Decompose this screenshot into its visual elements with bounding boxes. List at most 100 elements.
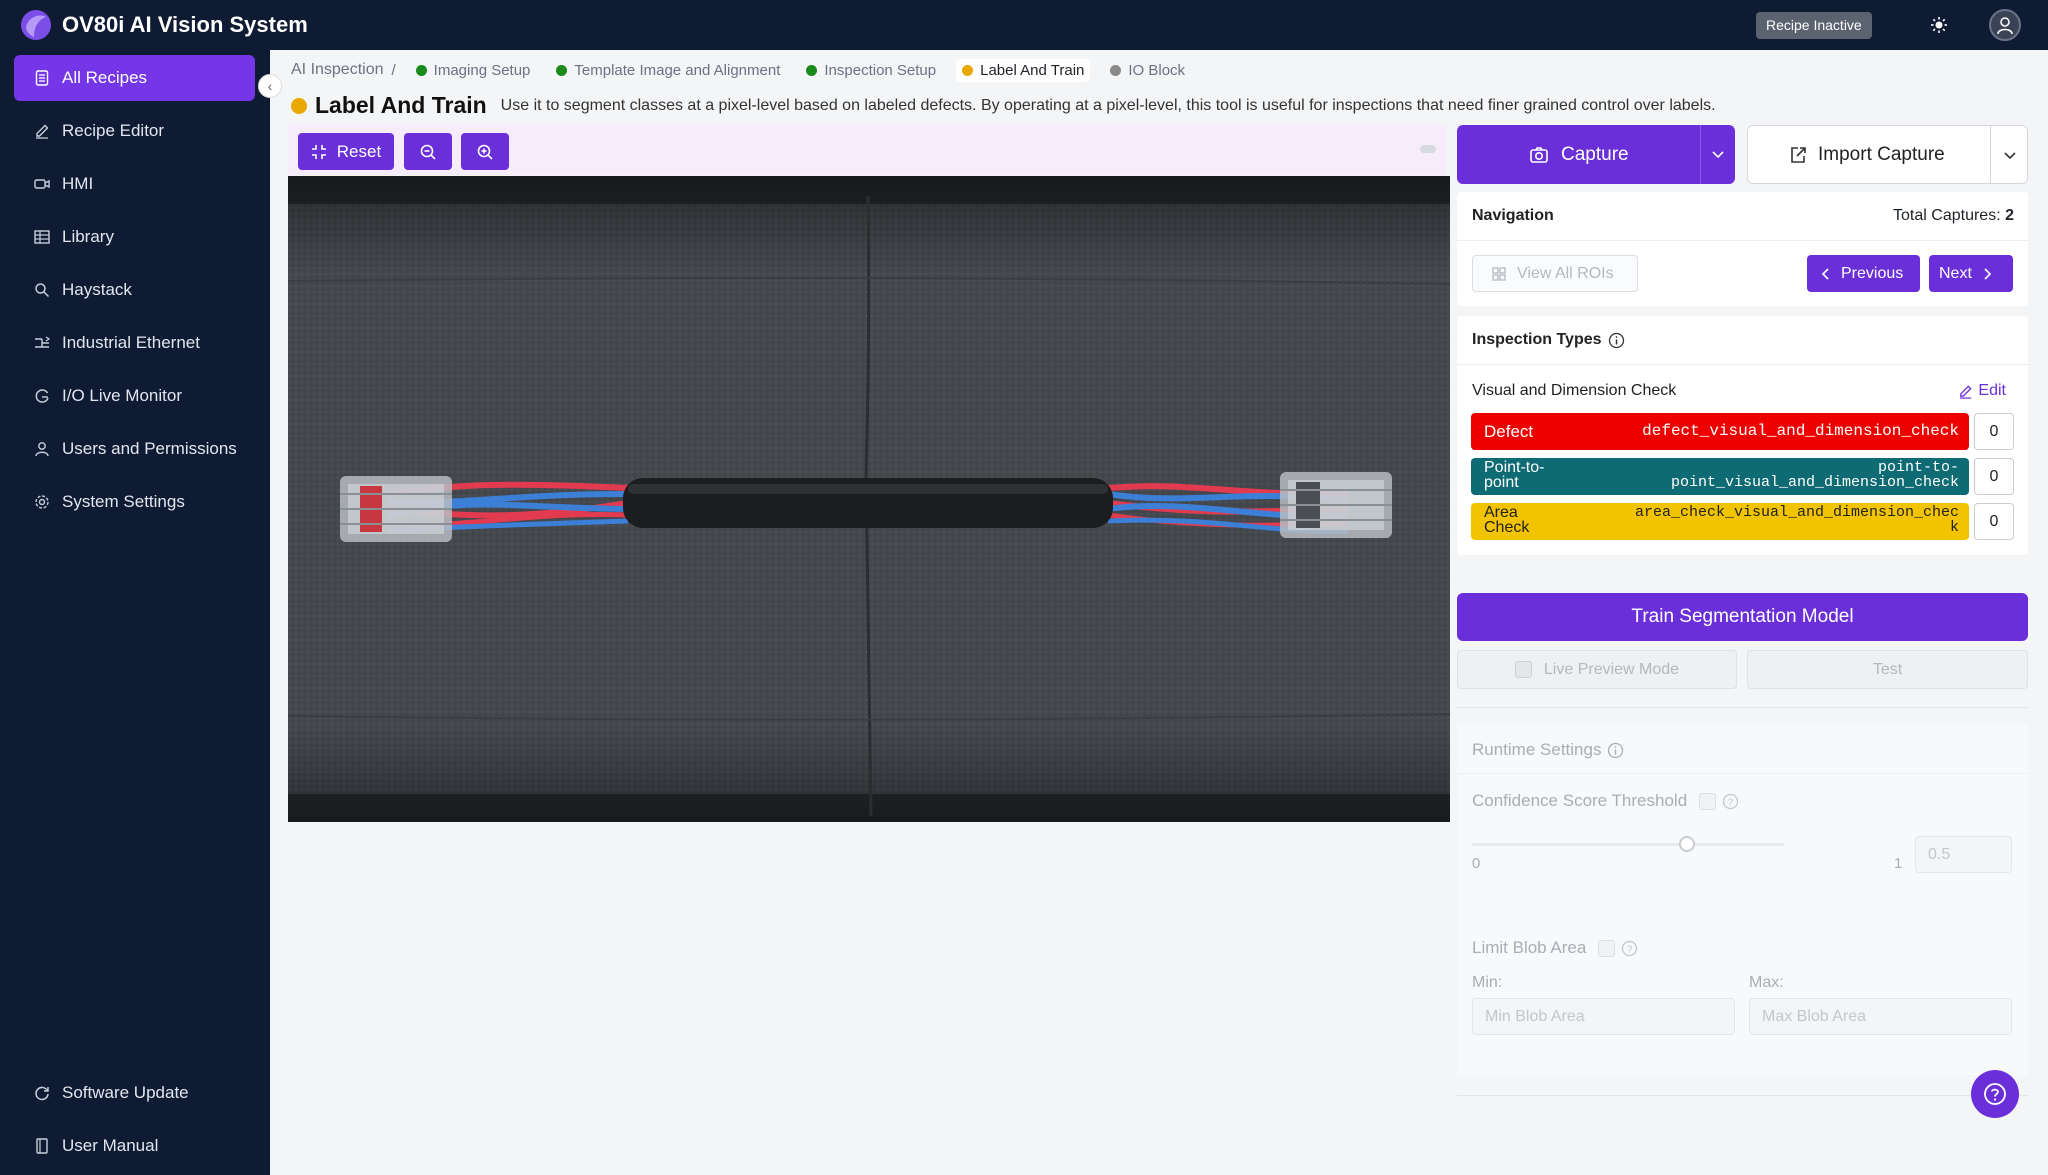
view-all-rois-label: View All ROIs	[1517, 264, 1614, 282]
inspection-type-name-line: Check	[1484, 519, 1530, 536]
help-button[interactable]	[1971, 1070, 2019, 1118]
capture-button[interactable]: Capture	[1457, 125, 1735, 184]
breadcrumb-step-label: IO Block	[1128, 61, 1186, 79]
breadcrumb-step-inspection-setup[interactable]: Inspection Setup	[800, 59, 942, 82]
chevron-down-icon[interactable]	[1711, 147, 1725, 161]
min-blob-area-input[interactable]: Min Blob Area	[1472, 998, 1735, 1035]
confidence-label: Confidence Score Threshold	[1472, 791, 1688, 810]
status-dot	[962, 64, 974, 76]
divider	[1457, 240, 2028, 241]
grid-icon	[34, 230, 50, 244]
total-captures-label: Total Captures:	[1893, 207, 2001, 224]
breadcrumb-step-template-image[interactable]: Template Image and Alignment	[550, 59, 786, 82]
slider-max-label: 1	[1894, 855, 1903, 872]
sidebar-item-industrial-ethernet[interactable]: Industrial Ethernet	[14, 320, 255, 366]
confidence-slider-track[interactable]	[1472, 843, 1784, 846]
sidebar-item-software-update[interactable]: Software Update	[14, 1070, 255, 1116]
test-button[interactable]: Test	[1747, 650, 2028, 689]
confidence-checkbox[interactable]	[1699, 792, 1717, 810]
inspection-type-key-line: point_visual_and_dimension_check	[1670, 474, 1959, 491]
sidebar-item-label: User Manual	[62, 1136, 159, 1155]
inspection-type-key: defect_visual_and_dimension_check	[1642, 422, 1959, 440]
sidebar-item-library[interactable]: Library	[14, 214, 255, 260]
zoom-in-button[interactable]	[461, 133, 509, 170]
sidebar-collapse-button[interactable]: ‹	[258, 74, 282, 98]
inspection-type-point-to-point[interactable]: Point-to-point point-to-point_visual_and…	[1471, 458, 1969, 495]
sidebar-item-haystack[interactable]: Haystack	[14, 267, 255, 313]
reset-button[interactable]: Reset	[298, 133, 394, 170]
total-captures: Total Captures: 2	[1893, 207, 2014, 225]
next-button[interactable]: Next	[1929, 255, 2013, 292]
breadcrumb-step-io-block[interactable]: IO Block	[1104, 59, 1191, 82]
sidebar-item-users-and-permissions[interactable]: Users and Permissions	[14, 426, 255, 472]
min-label: Min:	[1472, 974, 1503, 991]
divider	[1457, 1095, 2028, 1096]
inspection-types-card: Inspection Types Visual and Dimension Ch…	[1457, 316, 2028, 555]
connector-left	[340, 476, 452, 542]
sidebar-item-io-live-monitor[interactable]: I/O Live Monitor	[14, 373, 255, 419]
train-segmentation-model-button[interactable]: Train Segmentation Model	[1457, 593, 2028, 641]
navigation-card: Navigation Total Captures: 2 View All RO…	[1457, 192, 2028, 306]
breadcrumb-step-label-and-train[interactable]: Label And Train	[956, 58, 1091, 82]
page-header: Label And Train Use it to segment classe…	[291, 92, 1716, 119]
import-icon	[1791, 146, 1806, 163]
sidebar-item-label: I/O Live Monitor	[62, 386, 182, 405]
zoom-out-icon	[420, 144, 436, 160]
inspection-type-defect[interactable]: Defect defect_visual_and_dimension_check	[1471, 413, 1969, 450]
inspection-type-key-line: k	[1949, 519, 1959, 536]
chevron-down-icon[interactable]	[2003, 148, 2017, 162]
sidebar-item-hmi[interactable]: HMI	[14, 161, 255, 207]
total-captures-value: 2	[2005, 207, 2014, 224]
confidence-slider-thumb[interactable]	[1679, 836, 1695, 852]
import-capture-button[interactable]: Import Capture	[1747, 125, 2028, 184]
theme-toggle-button[interactable]	[1923, 9, 1955, 41]
user-avatar-button[interactable]	[1989, 9, 2021, 41]
help-icon[interactable]: ?	[1621, 940, 1638, 957]
breadcrumb-step-imaging-setup[interactable]: Imaging Setup	[410, 59, 537, 82]
chevron-left-icon	[1821, 267, 1829, 280]
limit-blob-checkbox[interactable]	[1598, 939, 1616, 957]
zoom-out-button[interactable]	[404, 133, 452, 170]
book-icon	[36, 1138, 48, 1154]
inspection-group-title: Visual and Dimension Check	[1472, 382, 1677, 399]
inspection-type-area-check[interactable]: Area Check area_check_visual_and_dimensio…	[1471, 503, 1969, 540]
chevron-right-icon	[1984, 267, 1992, 280]
fit-icon	[311, 144, 326, 159]
help-icon[interactable]: ?	[1722, 793, 1739, 810]
edit-label: Edit	[1978, 382, 2006, 399]
status-dot	[291, 97, 307, 114]
checkbox[interactable]	[1514, 661, 1532, 678]
inspection-types-header: Inspection Types	[1472, 331, 1625, 349]
zoom-in-icon	[477, 144, 493, 160]
sidebar-item-label: Industrial Ethernet	[62, 333, 200, 352]
previous-label: Previous	[1841, 264, 1904, 282]
divider	[1457, 773, 2028, 774]
svg-text:?: ?	[1728, 797, 1734, 808]
sidebar-item-system-settings[interactable]: System Settings	[14, 479, 255, 525]
confidence-value-input[interactable]: 0.5	[1915, 836, 2012, 873]
sidebar-item-label: Users and Permissions	[62, 439, 237, 458]
sidebar-item-user-manual[interactable]: User Manual	[14, 1123, 255, 1169]
breadcrumb-step-label: Template Image and Alignment	[574, 61, 781, 79]
previous-button[interactable]: Previous	[1807, 255, 1920, 292]
live-preview-mode-toggle[interactable]: Live Preview Mode	[1457, 650, 1737, 689]
info-icon[interactable]	[1608, 332, 1625, 349]
sidebar-item-recipe-editor[interactable]: Recipe Editor	[14, 108, 255, 154]
status-dot	[415, 64, 427, 76]
inspection-type-key: point-to-point_visual_and_dimension_chec…	[1671, 460, 1959, 490]
edit-inspection-types-button[interactable]: Edit	[1958, 382, 2006, 400]
gear-icon	[35, 495, 49, 509]
status-dot	[556, 64, 568, 76]
sidebar-item-all-recipes[interactable]: All Recipes	[14, 55, 255, 101]
max-blob-area-input[interactable]: Max Blob Area	[1749, 998, 2012, 1035]
inspection-type-name: Point-to-point	[1484, 460, 1544, 491]
info-icon[interactable]	[1607, 742, 1624, 759]
capture-image-canvas[interactable]	[288, 176, 1450, 822]
view-all-rois-button[interactable]: View All ROIs	[1472, 255, 1638, 292]
navigation-title: Navigation	[1472, 207, 1554, 224]
breadcrumb-root[interactable]: AI Inspection	[291, 61, 384, 79]
help-icon	[1984, 1083, 2006, 1105]
status-dot	[806, 64, 818, 76]
runtime-settings-card: Runtime Settings Confidence Score Thresh…	[1457, 725, 2028, 1075]
inspection-type-key: area_check_visual_and_dimension_chec k	[1635, 505, 1959, 535]
